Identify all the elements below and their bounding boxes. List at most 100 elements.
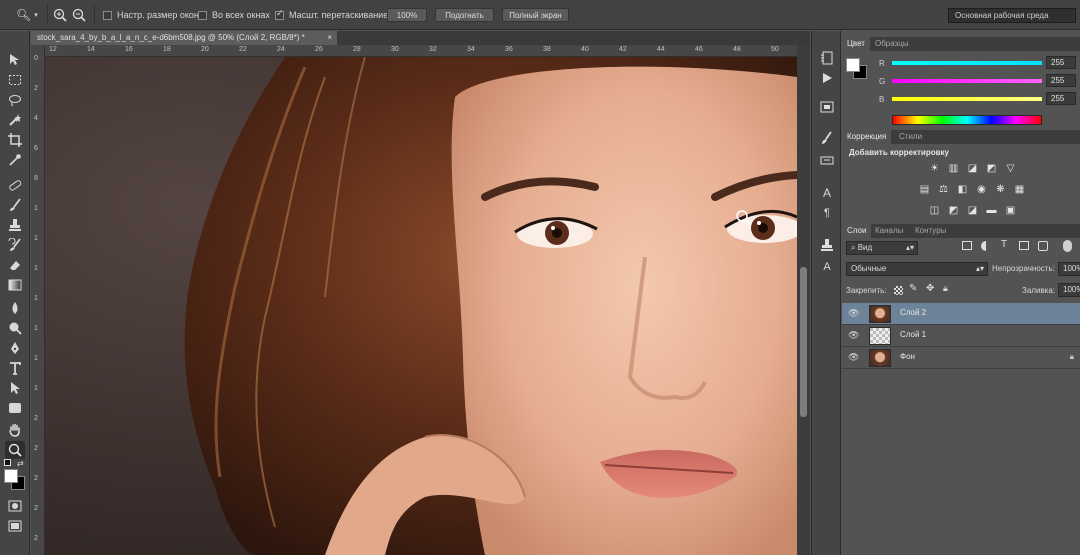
green-slider-bar[interactable] (892, 79, 1042, 83)
curves-icon[interactable]: ◪ (966, 162, 979, 174)
fullscreen-button[interactable]: Полный экран (502, 8, 569, 22)
swap-colors-icon[interactable]: ⇄ (17, 459, 24, 468)
path-select-icon[interactable] (5, 379, 25, 397)
zoom-in-button[interactable] (53, 8, 67, 22)
character-icon[interactable]: A (819, 186, 835, 200)
posterize-icon[interactable]: ◩ (947, 204, 960, 216)
selective-color-icon[interactable]: ▣ (1004, 204, 1017, 216)
tab-styles[interactable]: Стили (894, 130, 927, 144)
levels-icon[interactable]: ▥ (947, 162, 960, 174)
color-lookup-icon[interactable]: ▦ (1013, 183, 1026, 195)
photo-filter-icon[interactable]: ◉ (975, 183, 988, 195)
tab-paths[interactable]: Контуры (910, 224, 951, 238)
dodge-icon[interactable] (5, 319, 25, 337)
filter-shape-icon[interactable] (1019, 241, 1029, 250)
red-channel-slider[interactable]: R 255 (879, 56, 1078, 69)
threshold-icon[interactable]: ◪ (966, 204, 979, 216)
filter-pixel-icon[interactable] (962, 241, 972, 250)
blur-icon[interactable] (5, 299, 25, 317)
green-value[interactable]: 255 (1046, 74, 1076, 87)
lock-pixels-icon[interactable]: ✎ (909, 283, 917, 294)
fill-field[interactable]: 100% (1058, 283, 1080, 297)
stamp-icon[interactable] (5, 216, 25, 234)
tab-swatches[interactable]: Образцы (870, 37, 914, 51)
red-slider-bar[interactable] (892, 61, 1042, 65)
zoom-100-button[interactable]: 100% (387, 8, 427, 22)
filter-smart-object-icon[interactable] (1038, 241, 1048, 251)
tab-adjustments[interactable]: Коррекция (842, 130, 892, 144)
tool-presets-icon[interactable] (819, 153, 835, 167)
workspace-select[interactable]: Основная рабочая среда (948, 8, 1076, 23)
gradient-icon[interactable] (5, 276, 25, 294)
black-white-icon[interactable]: ◧ (956, 183, 969, 195)
lasso-icon[interactable] (5, 91, 25, 109)
filter-adjustment-icon[interactable] (981, 241, 991, 251)
all-windows-checkbox[interactable]: Во всех окнах (198, 8, 270, 22)
scrollbar-thumb[interactable] (800, 267, 807, 417)
hue-sat-icon[interactable]: ▤ (918, 183, 931, 195)
green-channel-slider[interactable]: G 255 (879, 74, 1078, 87)
document-tab[interactable]: stock_sara_4_by_b_a_l_a_n_c_e-d6bm508.jp… (31, 31, 337, 45)
clone-source-icon[interactable] (819, 238, 835, 252)
marquee-icon[interactable] (5, 71, 25, 89)
layer-row[interactable]: 👁︎ Фон 🔒︎ (842, 347, 1080, 369)
visibility-eye-icon[interactable]: 👁︎ (848, 308, 859, 319)
shape-icon[interactable] (5, 399, 25, 417)
foreground-color-swatch[interactable] (4, 469, 18, 483)
actions-icon[interactable] (819, 71, 835, 85)
color-balance-icon[interactable]: ⚖ (937, 183, 950, 195)
eraser-icon[interactable] (5, 256, 25, 274)
visibility-eye-icon[interactable]: 👁︎ (848, 352, 859, 363)
lock-all-icon[interactable]: 🔒︎ (943, 283, 948, 294)
tab-channels[interactable]: Каналы (870, 224, 908, 238)
lock-transparent-icon[interactable] (894, 286, 903, 295)
history-icon[interactable] (819, 51, 835, 65)
type-icon[interactable] (5, 359, 25, 377)
channel-mixer-icon[interactable]: ❋ (994, 183, 1007, 195)
screen-mode-icon[interactable] (5, 517, 25, 535)
scrubby-zoom-checkbox[interactable]: Масшт. перетаскиванием (275, 8, 394, 22)
color-spectrum-ramp[interactable] (892, 115, 1042, 125)
vertical-scrollbar[interactable] (797, 45, 810, 555)
quick-mask-icon[interactable] (5, 497, 25, 515)
close-tab-icon[interactable]: × (327, 31, 332, 45)
visibility-eye-icon[interactable]: 👁︎ (848, 330, 859, 341)
healing-icon[interactable] (5, 176, 25, 194)
layer-comps-icon[interactable] (819, 99, 835, 113)
move-icon[interactable] (5, 51, 25, 69)
exposure-icon[interactable]: ◩ (985, 162, 998, 174)
tab-color[interactable]: Цвет (842, 37, 870, 51)
quick-select-icon[interactable] (5, 111, 25, 129)
hand-icon[interactable] (5, 421, 25, 439)
red-value[interactable]: 255 (1046, 56, 1076, 69)
pen-icon[interactable] (5, 339, 25, 357)
fit-screen-button[interactable]: Подогнать (435, 8, 494, 22)
zoom-out-button[interactable] (72, 8, 86, 22)
zoom-tool-preset[interactable]: 🔍︎ ▾ (16, 8, 38, 22)
eyedropper-icon[interactable] (5, 151, 25, 169)
brush-icon[interactable] (5, 196, 25, 214)
default-colors-icon[interactable] (4, 459, 11, 466)
blue-value[interactable]: 255 (1046, 92, 1076, 105)
filter-toggle-icon[interactable] (1063, 240, 1072, 252)
lock-position-icon[interactable]: ✥ (926, 283, 934, 294)
tab-layers[interactable]: Слои (842, 224, 872, 238)
opacity-field[interactable]: 100% (1058, 262, 1080, 276)
gradient-map-icon[interactable]: ▬ (985, 204, 998, 216)
glyphs-icon[interactable]: A (819, 260, 835, 274)
filter-type-icon[interactable]: T (1001, 239, 1007, 250)
blue-slider-bar[interactable] (892, 97, 1042, 101)
color-panel-foreground-swatch[interactable] (846, 58, 860, 72)
layer-filter-select[interactable]: ⌕ Вид ▴▾ (846, 241, 918, 255)
layer-row[interactable]: 👁︎ Слой 2 (842, 303, 1080, 325)
blue-channel-slider[interactable]: B 255 (879, 92, 1078, 105)
vibrance-icon[interactable]: ▽ (1004, 162, 1017, 174)
layer-row[interactable]: 👁︎ Слой 1 (842, 325, 1080, 347)
brush-presets-icon[interactable] (819, 131, 835, 145)
crop-icon[interactable] (5, 131, 25, 149)
resize-windows-checkbox[interactable]: Настр. размер окон (103, 8, 199, 22)
zoom-icon[interactable] (5, 441, 25, 459)
blend-mode-select[interactable]: Обычные ▴▾ (846, 262, 988, 276)
paragraph-icon[interactable]: ¶ (819, 206, 835, 220)
document-canvas[interactable] (45, 57, 797, 555)
